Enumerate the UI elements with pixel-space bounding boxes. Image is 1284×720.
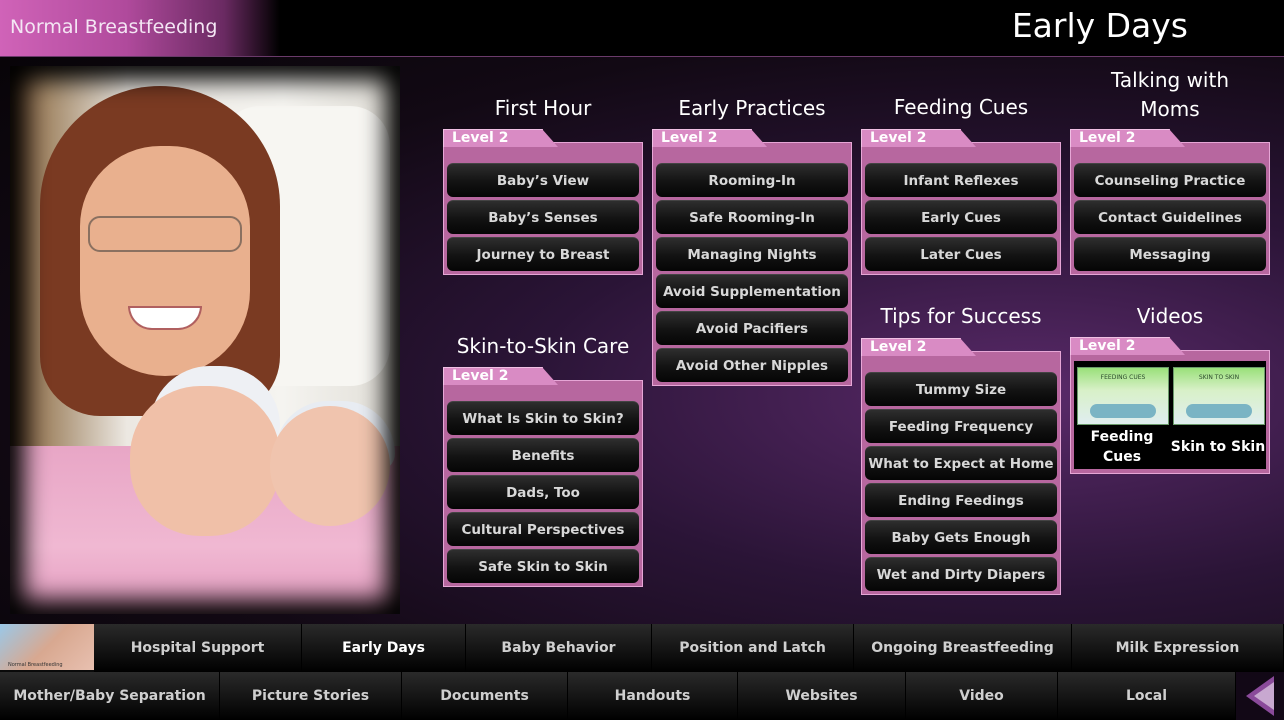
button-safe-skin-to-skin[interactable]: Safe Skin to Skin <box>447 549 639 583</box>
nav-local[interactable]: Local <box>1058 672 1236 720</box>
page-title: Early Days <box>1011 6 1188 45</box>
button-infant-reflexes[interactable]: Infant Reflexes <box>865 163 1057 197</box>
panel-skin-to-skin: Level 2 What Is Skin to Skin? Benefits D… <box>443 367 643 587</box>
group-title-first-hour: First Hour <box>494 96 592 120</box>
group-title-talking-with-moms: Talking with Moms <box>1070 66 1270 124</box>
video-thumbnail-feeding-cues[interactable]: FEEDING CUES <box>1077 367 1169 425</box>
video-label-feeding-cues[interactable]: Feeding Cues <box>1074 427 1170 467</box>
panel-feeding-cues: Level 2 Infant Reflexes Early Cues Later… <box>861 129 1061 275</box>
nav-milk-expression[interactable]: Milk Expression <box>1072 624 1284 672</box>
level-tab: Level 2 <box>652 129 767 147</box>
nav-handouts[interactable]: Handouts <box>568 672 738 720</box>
nav-row-primary: Hospital Support Early Days Baby Behavio… <box>0 624 1284 672</box>
button-dads-too[interactable]: Dads, Too <box>447 475 639 509</box>
nav-early-days[interactable]: Early Days <box>302 624 466 672</box>
button-avoid-other-nipples[interactable]: Avoid Other Nipples <box>656 348 848 382</box>
panel-first-hour: Level 2 Baby’s View Baby’s Senses Journe… <box>443 129 643 275</box>
nav-video[interactable]: Video <box>906 672 1058 720</box>
nav-documents[interactable]: Documents <box>402 672 568 720</box>
home-thumbnail[interactable]: Normal Breastfeeding <box>0 624 94 670</box>
button-contact-guidelines[interactable]: Contact Guidelines <box>1074 200 1266 234</box>
button-avoid-supplementation[interactable]: Avoid Supplementation <box>656 274 848 308</box>
video-thumbnail-skin-to-skin[interactable]: SKIN TO SKIN <box>1173 367 1265 425</box>
button-benefits[interactable]: Benefits <box>447 438 639 472</box>
group-title-line: Moms <box>1140 97 1200 121</box>
group-title-videos: Videos <box>1136 304 1204 328</box>
top-bar: Normal Breastfeeding Early Days <box>0 0 1284 57</box>
nav-ongoing-breastfeeding[interactable]: Ongoing Breastfeeding <box>854 624 1072 672</box>
brand-title[interactable]: Normal Breastfeeding <box>10 16 217 38</box>
button-tummy-size[interactable]: Tummy Size <box>865 372 1057 406</box>
group-title-skin-to-skin: Skin-to-Skin Care <box>456 334 630 358</box>
mother-twins-photo <box>10 66 400 614</box>
nav-baby-behavior[interactable]: Baby Behavior <box>466 624 652 672</box>
nav-position-and-latch[interactable]: Position and Latch <box>652 624 854 672</box>
home-thumbnail-caption: Normal Breastfeeding <box>8 662 63 668</box>
button-feeding-frequency[interactable]: Feeding Frequency <box>865 409 1057 443</box>
level-tab: Level 2 <box>443 129 558 147</box>
button-ending-feedings[interactable]: Ending Feedings <box>865 483 1057 517</box>
button-cultural-perspectives[interactable]: Cultural Perspectives <box>447 512 639 546</box>
button-messaging[interactable]: Messaging <box>1074 237 1266 271</box>
button-rooming-in[interactable]: Rooming-In <box>656 163 848 197</box>
nav-hospital-support[interactable]: Hospital Support <box>94 624 302 672</box>
level-tab: Level 2 <box>861 338 976 356</box>
button-baby-gets-enough[interactable]: Baby Gets Enough <box>865 520 1057 554</box>
panel-tips-for-success: Level 2 Tummy Size Feeding Frequency Wha… <box>861 338 1061 595</box>
nav-mother-baby-separation[interactable]: Mother/Baby Separation <box>0 672 220 720</box>
video-label-line: Feeding <box>1090 429 1154 445</box>
button-counseling-practice[interactable]: Counseling Practice <box>1074 163 1266 197</box>
button-early-cues[interactable]: Early Cues <box>865 200 1057 234</box>
level-tab: Level 2 <box>443 367 558 385</box>
group-title-tips-for-success: Tips for Success <box>880 304 1042 328</box>
group-title-line: Talking with <box>1110 68 1230 92</box>
thumbnail-caption: FEEDING CUES <box>1100 374 1146 381</box>
button-what-to-expect-at-home[interactable]: What to Expect at Home <box>865 446 1057 480</box>
brand-tab[interactable]: Normal Breastfeeding <box>0 0 280 56</box>
level-tab: Level 2 <box>1070 337 1185 355</box>
panel-videos: Level 2 FEEDING CUES SKIN TO SKIN Feedin… <box>1070 337 1270 474</box>
group-title-feeding-cues: Feeding Cues <box>893 95 1029 119</box>
nav-row-secondary: Mother/Baby Separation Picture Stories D… <box>0 672 1284 720</box>
video-label-skin-to-skin[interactable]: Skin to Skin <box>1170 437 1266 457</box>
group-title-early-practices: Early Practices <box>678 96 826 120</box>
button-journey-to-breast[interactable]: Journey to Breast <box>447 237 639 271</box>
thumbnail-caption: SKIN TO SKIN <box>1198 374 1240 381</box>
level-tab: Level 2 <box>1070 129 1185 147</box>
button-safe-rooming-in[interactable]: Safe Rooming-In <box>656 200 848 234</box>
button-babys-senses[interactable]: Baby’s Senses <box>447 200 639 234</box>
panel-early-practices: Level 2 Rooming-In Safe Rooming-In Manag… <box>652 129 852 386</box>
videos-container: FEEDING CUES SKIN TO SKIN Feeding Cues S… <box>1074 361 1266 469</box>
back-arrow-icon[interactable] <box>1236 672 1284 720</box>
video-label-line: Cues <box>1102 449 1142 465</box>
level-tab: Level 2 <box>861 129 976 147</box>
button-avoid-pacifiers[interactable]: Avoid Pacifiers <box>656 311 848 345</box>
button-later-cues[interactable]: Later Cues <box>865 237 1057 271</box>
button-what-is-skin-to-skin[interactable]: What Is Skin to Skin? <box>447 401 639 435</box>
button-babys-view[interactable]: Baby’s View <box>447 163 639 197</box>
nav-websites[interactable]: Websites <box>738 672 906 720</box>
button-managing-nights[interactable]: Managing Nights <box>656 237 848 271</box>
nav-picture-stories[interactable]: Picture Stories <box>220 672 402 720</box>
panel-talking-with-moms: Level 2 Counseling Practice Contact Guid… <box>1070 129 1270 275</box>
button-wet-and-dirty-diapers[interactable]: Wet and Dirty Diapers <box>865 557 1057 591</box>
